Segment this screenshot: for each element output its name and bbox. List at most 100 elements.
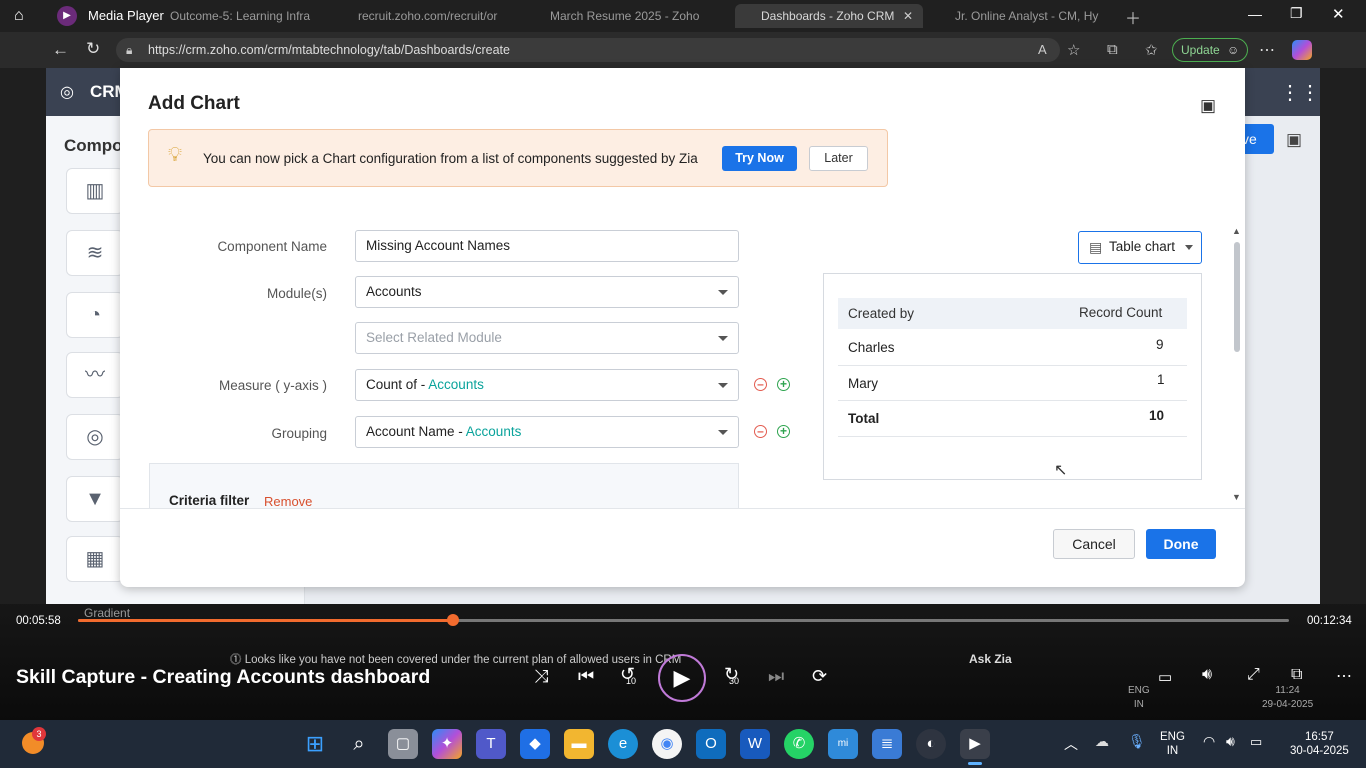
dropbox-icon[interactable]: ◆ <box>520 729 550 759</box>
bar-chart-icon[interactable]: ▥ <box>66 168 124 214</box>
module-select[interactable]: Accounts <box>355 276 739 308</box>
file-explorer-icon[interactable]: ▬ <box>564 729 594 759</box>
scroll-up-icon[interactable]: ▲ <box>1232 226 1241 236</box>
copilot-icon[interactable] <box>1292 40 1312 60</box>
chart-type-dropdown[interactable]: ▤ Table chart <box>1078 231 1202 264</box>
modal-footer-divider <box>120 508 1245 509</box>
word-icon[interactable]: W <box>740 729 770 759</box>
extensions-icon[interactable]: ⧉ <box>1107 41 1118 58</box>
shuffle-icon[interactable]: ⤨ <box>534 666 548 687</box>
measure-select[interactable]: Count of - Accounts <box>355 369 739 401</box>
media-player-taskbar-icon[interactable]: ▶ <box>960 729 990 759</box>
teams-icon[interactable]: T <box>476 729 506 759</box>
battery-icon[interactable]: ▭ <box>1250 734 1262 750</box>
system-clock[interactable]: 16:57 30-04-2025 <box>1290 730 1349 758</box>
clock-time: 16:57 <box>1305 731 1334 743</box>
browser-tab[interactable]: Jr. Online Analyst - CM, Hy <box>935 4 1115 28</box>
back-icon[interactable]: ← <box>52 40 69 60</box>
outlook-icon[interactable]: O <box>696 729 726 759</box>
chevron-down-icon <box>1185 245 1193 250</box>
collapse-panel-icon[interactable]: ▣ <box>1200 96 1216 116</box>
play-button[interactable]: ▶ <box>658 654 706 702</box>
funnel-icon[interactable]: ▼ <box>66 476 124 522</box>
line-chart-icon[interactable]: 〰 <box>66 352 124 398</box>
tab-label: Dashboards - Zoho CRM <box>761 9 895 23</box>
read-aloud-icon[interactable]: A <box>1038 42 1047 57</box>
reload-icon[interactable]: ↻ <box>86 39 100 59</box>
apps-grid-icon[interactable]: ⋮⋮ <box>1280 80 1320 105</box>
minimize-icon[interactable]: — <box>1248 6 1262 22</box>
next-track-icon[interactable]: ⏭ <box>768 666 784 687</box>
language-indicator[interactable]: ENG IN <box>1160 730 1185 758</box>
more-options-icon[interactable]: ⋯ <box>1259 40 1275 60</box>
wifi-icon[interactable]: ◠ <box>1203 733 1215 750</box>
task-view-icon[interactable]: ▢ <box>388 729 418 759</box>
search-icon[interactable]: ⌕ <box>344 729 374 759</box>
target-icon[interactable]: ◎ <box>66 414 124 460</box>
table-icon: ▤ <box>1089 239 1103 255</box>
whatsapp-icon[interactable]: ✆ <box>784 729 814 759</box>
notepad-icon[interactable]: ≣ <box>872 729 902 759</box>
heatmap-icon[interactable]: ▦ <box>66 536 124 582</box>
browser-tab[interactable]: Outcome-5: Learning Infra <box>170 4 340 28</box>
current-time: 00:05:58 <box>16 615 61 627</box>
miniplayer-icon[interactable]: ⧉ <box>1291 666 1302 684</box>
previous-track-icon[interactable]: ⏮ <box>578 666 594 687</box>
grouping-select[interactable]: Account Name - Accounts <box>355 416 739 448</box>
add-grouping-icon[interactable]: + <box>777 425 790 438</box>
seek-bar-progress <box>78 619 453 622</box>
browser-tab[interactable]: March Resume 2025 - Zoho <box>550 4 725 28</box>
more-options-icon[interactable]: ⋯ <box>1336 666 1352 686</box>
url-input[interactable]: 🔒︎ https://crm.zoho.com/crm/mtabtechnolo… <box>116 38 1060 62</box>
remove-criteria-link[interactable]: Remove <box>264 494 312 509</box>
measure-prefix: Count of - <box>366 377 429 392</box>
later-button[interactable]: Later <box>809 146 868 171</box>
captions-icon[interactable]: ▭ <box>1158 668 1172 686</box>
active-app-indicator <box>968 762 982 765</box>
chrome-icon[interactable]: ◉ <box>652 729 682 759</box>
scroll-down-icon[interactable]: ▼ <box>1232 492 1241 502</box>
remove-grouping-icon[interactable]: – <box>754 425 767 438</box>
scrollbar-thumb[interactable] <box>1234 242 1240 352</box>
chevron-down-icon <box>718 290 728 295</box>
grouping-prefix: Account Name - <box>366 424 466 439</box>
skip-back-seconds: 10 <box>626 676 637 686</box>
panel-toggle-icon[interactable]: ▣ <box>1286 130 1302 150</box>
fullscreen-icon[interactable]: ⤢ <box>1247 666 1260 684</box>
copilot-taskbar-icon[interactable]: ✦ <box>432 729 462 759</box>
windows-start-icon[interactable]: ⊞ <box>300 729 330 759</box>
home-icon[interactable]: ⌂ <box>14 7 24 25</box>
repeat-icon[interactable]: ⟳ <box>812 666 827 687</box>
network-alert-icon[interactable]: ☁ <box>1095 733 1109 750</box>
update-button[interactable]: Update ☺ <box>1172 38 1248 62</box>
inner-lang-line2: IN <box>1133 699 1144 710</box>
add-measure-icon[interactable]: + <box>777 378 790 391</box>
browser-tab-active[interactable]: Dashboards - Zoho CRM ✕ <box>735 4 923 28</box>
browser-tab[interactable]: recruit.zoho.com/recruit/or <box>358 4 530 28</box>
ask-zia-label[interactable]: Ask Zia <box>969 652 1012 666</box>
maximize-icon[interactable]: ❐ <box>1290 5 1303 22</box>
close-tab-icon[interactable]: ✕ <box>903 4 913 28</box>
done-button[interactable]: Done <box>1146 529 1216 559</box>
chevron-up-icon[interactable]: ︿ <box>1064 734 1078 754</box>
edge-icon[interactable]: e <box>608 729 638 759</box>
area-chart-icon[interactable]: ≋ <box>66 230 124 276</box>
microphone-icon[interactable]: 🎙︎ <box>1128 733 1146 750</box>
try-now-button[interactable]: Try Now <box>722 146 797 171</box>
volume-icon[interactable]: 🔊︎ <box>1202 666 1212 684</box>
modules-label: Module(s) <box>266 286 327 301</box>
favorites-icon[interactable]: ✩ <box>1145 41 1158 59</box>
skip-forward-seconds: 30 <box>729 676 740 686</box>
related-module-select[interactable]: Select Related Module <box>355 322 739 354</box>
cancel-button[interactable]: Cancel <box>1053 529 1135 559</box>
obs-icon[interactable]: ◐ <box>916 729 946 759</box>
pie-chart-icon[interactable]: ◔ <box>66 292 124 338</box>
component-name-input[interactable]: Missing Account Names <box>355 230 739 262</box>
new-tab-icon[interactable]: ＋ <box>1125 5 1141 29</box>
mylife-icon[interactable]: mi <box>828 729 858 759</box>
remove-measure-icon[interactable]: – <box>754 378 767 391</box>
close-window-icon[interactable]: ✕ <box>1332 5 1345 23</box>
seek-bar-handle[interactable] <box>447 614 459 626</box>
favorite-star-icon[interactable]: ☆ <box>1067 41 1080 59</box>
speaker-icon[interactable]: 🔊︎ <box>1226 733 1235 750</box>
